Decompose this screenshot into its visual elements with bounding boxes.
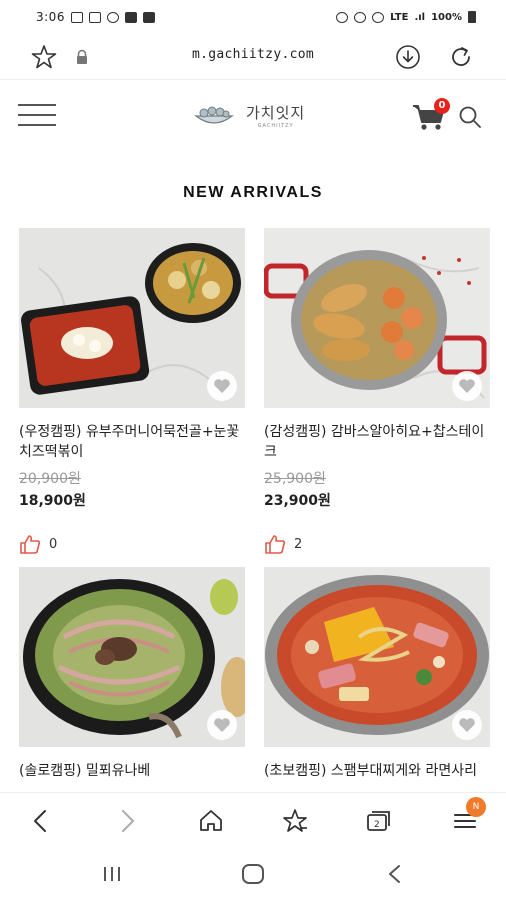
wishlist-heart-icon[interactable] — [452, 371, 482, 401]
logo-bowl-icon — [194, 106, 234, 124]
like-button[interactable]: 2 — [264, 534, 490, 554]
bookmarks-icon[interactable] — [280, 806, 310, 836]
wishlist-heart-icon[interactable] — [452, 710, 482, 740]
status-bar: 3:06 LTE .ıl 100% — [0, 0, 506, 34]
battery-percent: 100% — [431, 11, 462, 23]
product-price: 18,900원 — [19, 493, 86, 509]
battery-icon — [468, 11, 476, 23]
wishlist-heart-icon[interactable] — [207, 371, 237, 401]
product-original-price: 20,900원 — [19, 471, 81, 487]
back-arrow-icon[interactable] — [26, 806, 56, 836]
like-count: 0 — [49, 536, 58, 552]
logo-name: 가치잇지 — [246, 104, 306, 122]
system-back-icon[interactable] — [381, 862, 409, 886]
status-time: 3:06 — [36, 10, 65, 24]
product-card[interactable]: (초보캠핑) 스팸부대찌게와 라면사리 — [264, 567, 490, 801]
like-button[interactable]: 0 — [19, 534, 245, 554]
product-image[interactable] — [19, 228, 245, 408]
product-original-price: 25,900원 — [264, 471, 326, 487]
thumbs-up-icon — [265, 535, 286, 554]
notification-icon — [70, 11, 83, 23]
search-icon[interactable] — [457, 104, 483, 130]
mute-icon — [354, 11, 367, 23]
product-card[interactable]: (우정캠핑) 유부주머니어묵전골+눈꽃치즈떡볶이 20,900원 18,900원… — [19, 228, 245, 554]
logo-subtitle: GACHIITZY — [257, 123, 294, 129]
browser-bottom-toolbar: 2 — [0, 792, 506, 848]
product-name[interactable]: (우정캠핑) 유부주머니어묵전골+눈꽃치즈떡볶이 — [19, 422, 245, 462]
tabs-icon[interactable]: 2 — [364, 806, 394, 836]
network-label: LTE — [390, 11, 409, 23]
product-card[interactable]: (솔로캠핑) 밀푀유나베 — [19, 567, 245, 801]
notification-icon — [88, 11, 101, 23]
reload-icon[interactable] — [447, 43, 475, 71]
forward-arrow-icon[interactable] — [112, 806, 142, 836]
home-button-icon[interactable] — [239, 862, 267, 886]
product-name[interactable]: (감성캠핑) 감바스알아히요+찹스테이크 — [264, 422, 490, 462]
youtube-icon — [124, 11, 137, 23]
url-field[interactable]: m.gachiitzy.com — [0, 47, 506, 62]
wifi-icon — [372, 11, 385, 23]
product-image[interactable] — [19, 567, 245, 747]
thumbs-up-icon — [20, 535, 41, 554]
system-navigation-bar — [0, 848, 506, 900]
svg-text:2: 2 — [374, 820, 380, 830]
product-card[interactable]: (감성캠핑) 감바스알아히요+찹스테이크 25,900원 23,900원 2 — [264, 228, 490, 554]
menu-notification-badge: N — [466, 797, 486, 817]
product-image[interactable] — [264, 567, 490, 747]
wishlist-heart-icon[interactable] — [207, 710, 237, 740]
signal-icon: .ıl — [414, 11, 426, 23]
chat-icon — [106, 11, 119, 23]
recent-apps-icon[interactable] — [98, 862, 126, 886]
product-image[interactable] — [264, 228, 490, 408]
download-icon[interactable] — [394, 43, 422, 71]
site-logo[interactable]: 가치잇지 GACHIITZY — [192, 102, 305, 129]
browser-address-bar: m.gachiitzy.com — [0, 34, 506, 80]
section-title: NEW ARRIVALS — [183, 184, 323, 201]
cart-count-badge: 0 — [434, 98, 450, 114]
alarm-icon — [336, 11, 349, 23]
like-count: 2 — [294, 536, 303, 552]
youtube-icon — [142, 11, 155, 23]
product-price: 23,900원 — [264, 493, 331, 509]
site-header: 가치잇지 GACHIITZY 0 — [0, 90, 506, 142]
home-icon[interactable] — [196, 806, 226, 836]
menu-hamburger-icon[interactable] — [18, 104, 56, 128]
